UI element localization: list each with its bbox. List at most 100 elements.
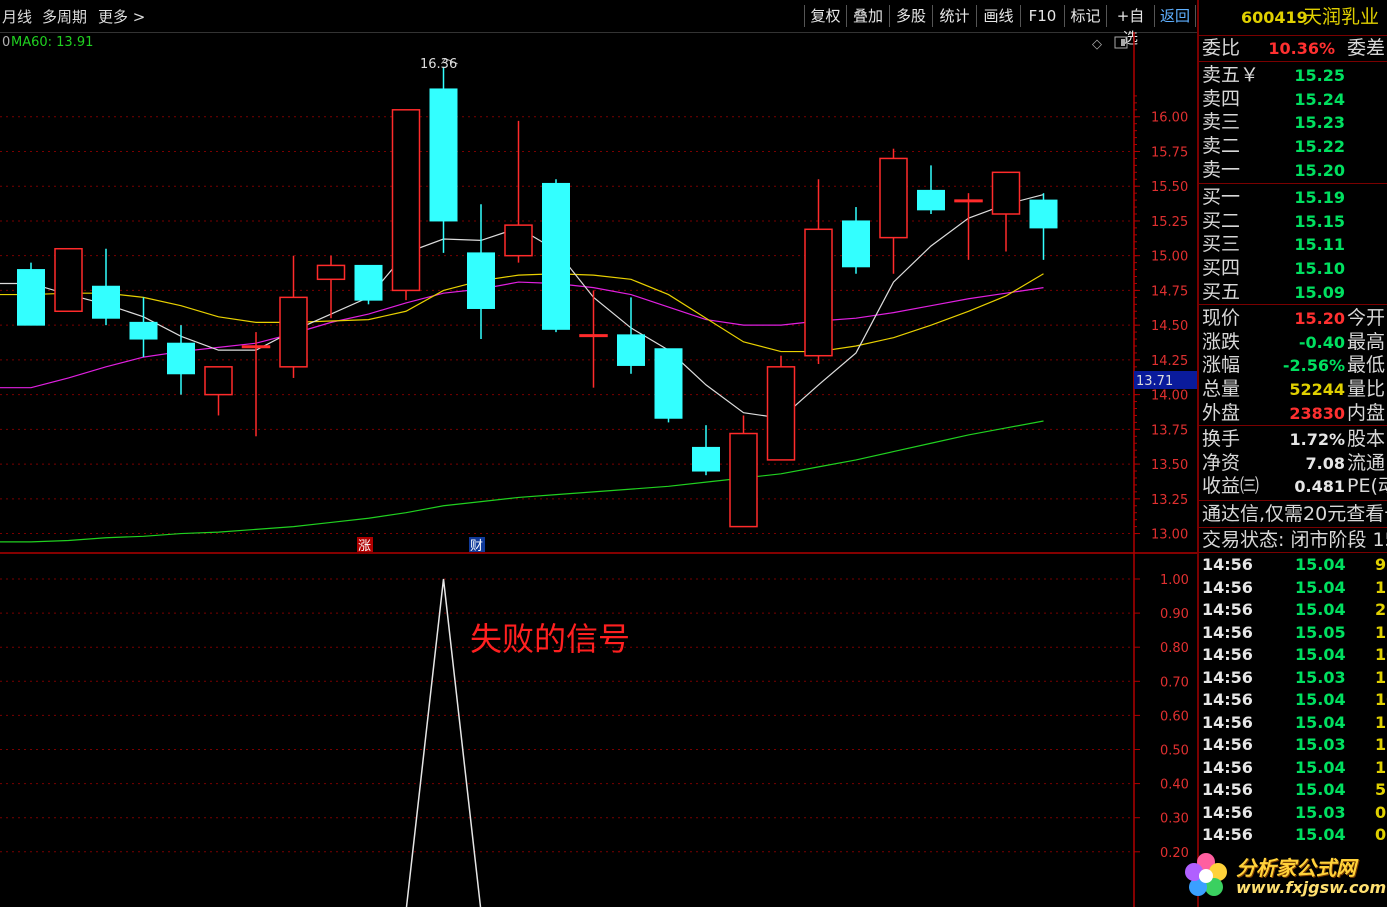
ask-level-4-value: 15.24 [1294,89,1345,109]
tick-row: 14:56 15.04 10 [1199,644,1387,666]
candles [17,66,1058,528]
candle[interactable] [654,348,683,423]
promo-text: 通达信,仅需20元查看十 [1202,503,1387,525]
candle[interactable] [954,193,983,260]
candle-body [279,296,308,368]
candle-body [879,157,908,239]
candle[interactable] [879,148,908,274]
stat-row-0: 现价 15.20 今开 [1199,307,1387,330]
candle-body [1029,199,1058,229]
tick-row: 14:56 15.03 0 [1199,802,1387,824]
candle[interactable] [241,332,271,437]
ask-level-3-value: 15.23 [1294,113,1345,133]
candle-body [991,171,1021,215]
tick-row: 14:56 15.03 1 [1199,734,1387,756]
y-tick-label: 15.50 [1151,180,1188,195]
stat-row-0-value: 15.20 [1294,309,1345,328]
tick-row: 14:56 15.04 2 [1199,599,1387,621]
candle[interactable] [354,264,383,305]
candle-body [842,220,870,268]
bid-level-4-label: 买四 [1202,257,1241,280]
candle[interactable] [429,66,458,253]
y-tick-label: 15.75 [1151,145,1188,160]
stat2-row-2-value: 0.481 [1294,477,1345,497]
tick-time: 14:56 [1202,712,1253,732]
y-tick-label: 0.40 [1160,778,1189,793]
candle[interactable] [129,297,158,358]
watermark-cn: 分析家公式网 [1236,856,1356,880]
candle[interactable] [17,262,45,326]
candle[interactable] [504,120,533,263]
candle-body [54,247,83,313]
tick-volume: 10 [1375,645,1387,664]
candle-body [129,321,158,340]
candle[interactable] [692,425,720,476]
stat2-row-0-value: 1.72% [1289,430,1345,449]
bid-level-3: 买三 15.11 [1199,233,1387,256]
candle[interactable] [204,366,233,416]
candle[interactable] [766,355,796,461]
tick-time: 14:56 [1202,825,1253,844]
candle[interactable] [617,297,645,374]
tick-volume: 1 [1375,577,1387,597]
main-y-ticks: 16.00 15.75 15.50 15.25 15.00 14.75 14.50 14.25… [1134,95,1188,543]
current-price-tag: 13.71 [1136,374,1173,389]
kline-chart[interactable]: 16.00 15.75 15.50 15.25 15.00 14.75 14.50 14.25… [0,0,1197,907]
tick-row: 14:56 15.04 5 [1199,779,1387,801]
candle[interactable] [316,255,346,319]
y-tick-label: 0.80 [1160,641,1189,656]
ask-level-4: 卖四 15.24 [1199,88,1387,111]
y-tick-label: 15.25 [1151,215,1188,230]
bid-level-5: 买五 15.09 [1199,281,1387,304]
tick-row: 14:56 15.03 1 [1199,667,1387,689]
tick-time: 14:56 [1202,735,1253,754]
y-tick-label: 14.00 [1151,389,1188,404]
panel-toggle-icon-fill [1121,39,1125,46]
candle[interactable] [842,207,870,274]
candle[interactable] [804,179,833,365]
candle[interactable] [991,171,1021,252]
candle-body [17,269,45,326]
watermark-logo: 分析家公式网 www.fxjgsw.com [1180,848,1386,904]
bid-level-4-value: 15.10 [1294,259,1345,279]
candle[interactable] [92,248,120,326]
ask-level-3: 卖三 15.23 [1199,111,1387,134]
diamond-icon[interactable]: ◇ [1092,37,1102,52]
tick-price: 15.04 [1295,780,1346,799]
ma-yellow-line [0,273,1044,353]
candle[interactable] [279,255,308,378]
candle-body [92,285,120,319]
candle[interactable] [54,247,83,313]
candle[interactable] [542,179,570,333]
promo-notice[interactable]: 通达信,仅需20元查看十 [1199,503,1387,526]
candle[interactable] [467,204,495,340]
bid-level-2-value: 15.15 [1294,211,1345,231]
ask-level-5-value: 15.25 [1294,66,1345,85]
zhang-marker[interactable]: 涨 [358,539,371,554]
tick-volume: 0 [1375,825,1387,844]
bid-level-5-value: 15.09 [1294,282,1345,302]
stat2-row-1-value: 7.08 [1305,453,1345,473]
tick-time: 14:56 [1202,667,1253,687]
cai-marker[interactable]: 财 [470,539,483,554]
candle[interactable] [1029,193,1058,260]
candle[interactable] [729,415,758,528]
stat-row-1: 涨跌 -0.40 最高 [1199,331,1387,354]
stat-row-4-ext: 内盘 [1347,401,1386,424]
tick-price: 15.04 [1295,600,1346,619]
tick-row: 14:56 15.04 1 [1199,757,1387,779]
candle-body [654,348,683,419]
tick-volume: 1 [1375,712,1387,732]
stat-row-3-ext: 量比 [1347,378,1386,401]
y-tick-label: 13.75 [1151,423,1188,438]
candle-body [579,334,608,338]
stat2-row-0-label: 换手 [1202,428,1241,450]
candle[interactable] [167,325,195,395]
candle[interactable] [917,165,945,215]
stock-header: 600419 天润乳业 [1199,6,1387,32]
candle-body [917,189,945,211]
tick-row: 14:56 15.05 1 [1199,622,1387,644]
tick-price: 15.03 [1295,667,1346,687]
ask-level-5: 卖五￥ 15.25 [1199,64,1387,87]
candle[interactable] [391,109,421,301]
